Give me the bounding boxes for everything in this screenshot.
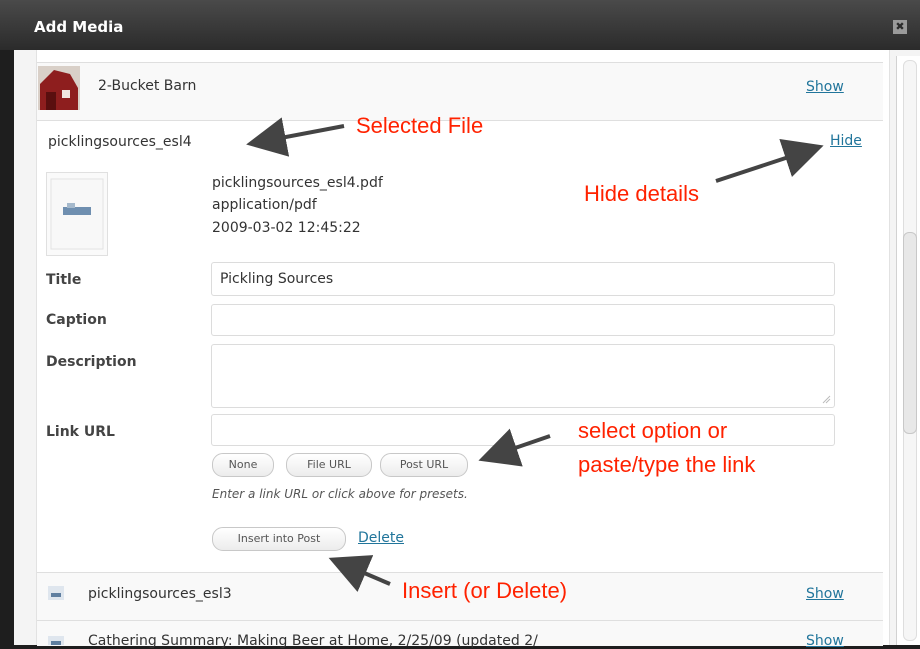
arrow-to-hide-link [715,139,824,183]
arrow-to-presets [478,428,551,467]
arrow-to-selected-file [246,117,345,157]
annotation-arrows [246,117,824,592]
arrow-to-insert [328,555,391,592]
